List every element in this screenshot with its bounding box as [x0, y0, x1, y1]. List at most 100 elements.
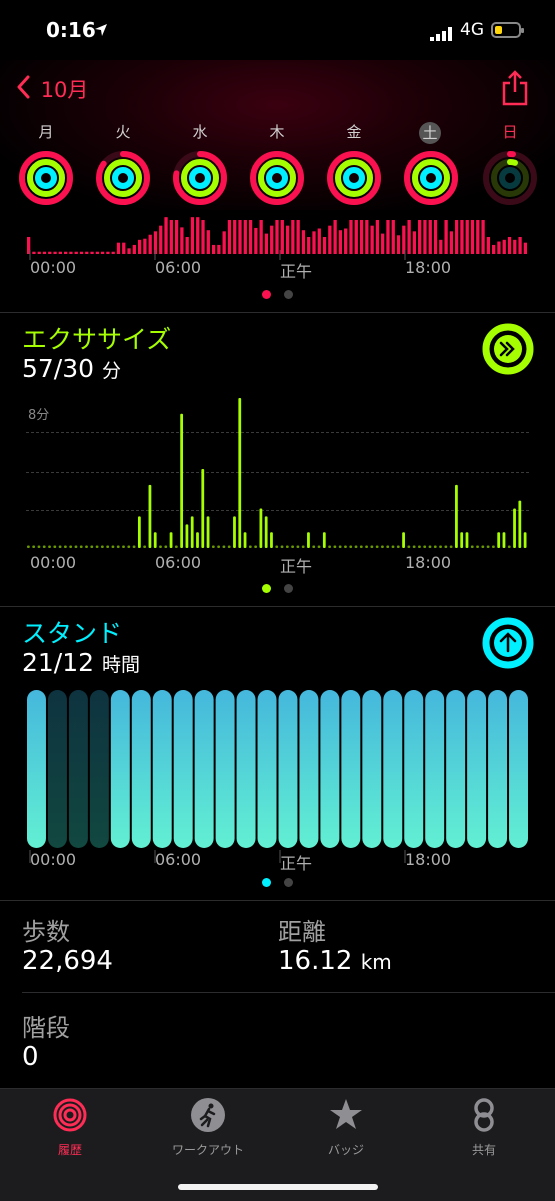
move-bar — [190, 217, 195, 254]
move-bar — [359, 220, 364, 254]
home-indicator[interactable] — [178, 1184, 378, 1190]
tab-label: 共有 — [471, 1143, 496, 1157]
move-bar — [312, 231, 316, 254]
exercise-bar — [354, 545, 358, 548]
exercise-bar — [222, 545, 226, 548]
tab-badges[interactable]: バッジ — [286, 1097, 406, 1158]
page-dot-active[interactable] — [262, 584, 271, 593]
exercise-bar — [481, 545, 485, 548]
page-dot[interactable] — [284, 584, 293, 593]
divider — [0, 606, 555, 607]
day-activity-ring-0[interactable] — [18, 150, 74, 206]
move-bar — [513, 239, 517, 254]
move-bar — [497, 241, 501, 254]
exercise-bar — [455, 484, 458, 548]
move-bar — [275, 220, 279, 254]
location-arrow-icon — [94, 22, 108, 41]
day-activity-ring-4[interactable] — [326, 150, 382, 206]
move-bar — [264, 233, 269, 254]
x-tick-label: 06:00 — [155, 258, 202, 277]
move-bar — [201, 220, 205, 254]
day-label-0[interactable]: 月 — [34, 122, 58, 142]
tab-history[interactable]: 履歴 — [10, 1097, 130, 1158]
double-arrow-icon — [482, 323, 534, 375]
distance-value: 16.12 km — [278, 946, 392, 976]
move-bar — [333, 220, 337, 254]
exercise-bar — [259, 508, 263, 548]
day-activity-ring-6[interactable] — [482, 150, 538, 206]
exercise-bar — [349, 545, 353, 548]
stand-bar — [194, 690, 214, 848]
exercise-bar — [428, 545, 432, 548]
move-chart — [27, 217, 527, 260]
exercise-bar — [48, 545, 51, 548]
stand-bar — [110, 690, 130, 848]
exercise-bar — [206, 516, 210, 548]
exercise-bar — [391, 545, 395, 548]
day-label-1[interactable]: 火 — [111, 122, 135, 142]
move-bar — [211, 244, 216, 254]
day-label-6[interactable]: 日 — [498, 122, 522, 142]
day-label-3[interactable]: 木 — [265, 122, 289, 142]
exercise-bar — [248, 545, 252, 548]
share-button[interactable] — [502, 70, 528, 110]
move-bar — [69, 251, 73, 254]
move-bar — [418, 220, 422, 254]
move-bar — [428, 220, 432, 254]
move-bar — [63, 251, 68, 254]
stand-unit: 時間 — [102, 654, 141, 676]
back-button[interactable]: 10月 — [16, 74, 88, 104]
day-label-5[interactable]: 土 — [419, 122, 441, 144]
day-label-4[interactable]: 金 — [342, 122, 366, 142]
stand-ring-button[interactable] — [482, 617, 534, 673]
move-bar — [523, 242, 527, 254]
exercise-bar — [449, 545, 453, 548]
exercise-bar — [322, 532, 326, 548]
stand-bar — [509, 690, 528, 848]
day-activity-ring-3[interactable] — [249, 150, 305, 206]
day-label-2[interactable]: 水 — [188, 122, 212, 142]
move-bar — [307, 237, 311, 254]
distance-number: 16.12 — [278, 946, 353, 976]
move-bar — [148, 234, 152, 254]
x-tick-label: 00:00 — [30, 850, 77, 869]
page-dot-active[interactable] — [262, 878, 271, 887]
exercise-bar — [143, 545, 147, 548]
move-bar — [518, 237, 522, 254]
day-activity-ring-5[interactable] — [403, 150, 459, 206]
chevron-left-icon — [16, 75, 30, 104]
move-bar — [328, 225, 332, 254]
stand-bar — [173, 690, 193, 848]
page-dot[interactable] — [284, 878, 293, 887]
x-tick-label: 正午 — [280, 557, 313, 576]
x-tick-label: 正午 — [280, 854, 313, 873]
move-bar — [465, 220, 469, 254]
move-bar — [137, 239, 142, 254]
move-bar — [354, 220, 358, 254]
day-activity-ring-2[interactable] — [172, 150, 228, 206]
exercise-bar — [37, 545, 41, 548]
exercise-bar — [196, 532, 199, 548]
move-bar — [111, 251, 115, 254]
distance-unit: km — [360, 950, 392, 974]
page-dot[interactable] — [284, 290, 293, 299]
tab-workouts[interactable]: ワークアウト — [148, 1097, 268, 1158]
day-activity-ring-1[interactable] — [95, 150, 151, 206]
exercise-bar — [159, 545, 162, 548]
tab-sharing[interactable]: 共有 — [424, 1097, 544, 1158]
back-label: 10月 — [40, 78, 89, 102]
exercise-ring-button[interactable] — [482, 323, 534, 379]
move-bar — [433, 220, 438, 254]
exercise-bar — [492, 545, 495, 548]
exercise-bar — [63, 545, 67, 548]
stand-title: スタンド — [22, 619, 123, 648]
move-bar — [455, 220, 459, 254]
page-dot-active[interactable] — [262, 290, 271, 299]
exercise-bar — [85, 545, 88, 548]
tab-label: ワークアウト — [171, 1143, 244, 1157]
exercise-bar — [412, 545, 416, 548]
up-arrow-icon — [482, 617, 534, 669]
move-bar — [243, 220, 247, 254]
exercise-bar — [470, 545, 474, 548]
move-bar — [280, 220, 284, 254]
